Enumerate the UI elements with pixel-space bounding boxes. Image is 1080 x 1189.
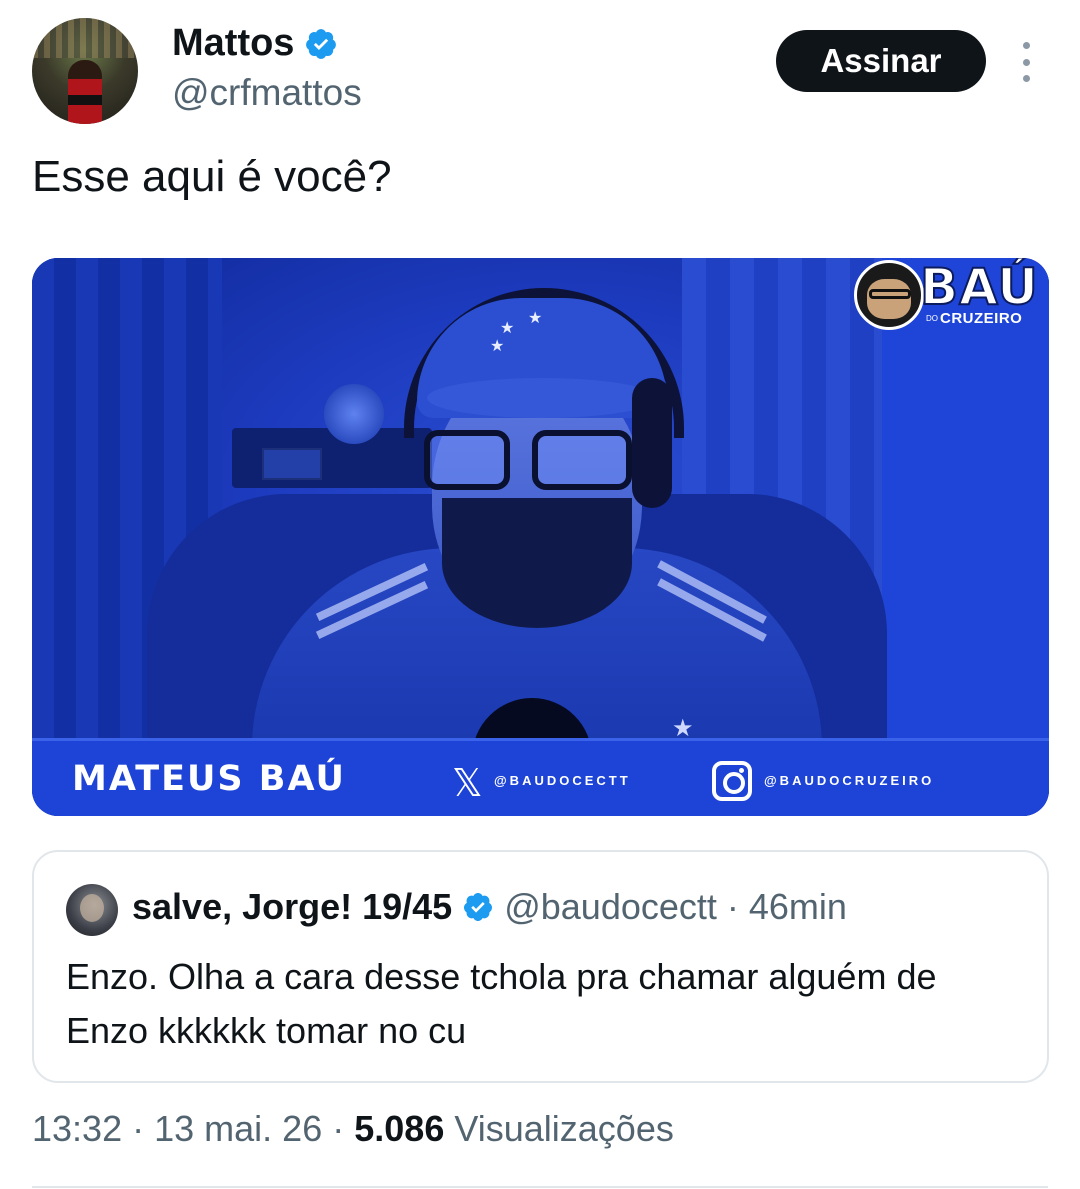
- tweet-metadata: 13:32 · 13 mai. 26 · 5.086 Visualizações: [32, 1108, 674, 1150]
- media-person-beard: [442, 498, 632, 628]
- subscribe-button[interactable]: Assinar: [776, 30, 986, 92]
- avatar-background: [32, 18, 138, 58]
- tweet-time[interactable]: 13:32: [32, 1108, 122, 1149]
- quoted-tweet-header: salve, Jorge! 19/45 @baudocectt · 46min: [132, 886, 847, 928]
- tweet-header: Mattos @crfmattos Assinar: [32, 18, 1052, 128]
- author-handle[interactable]: @crfmattos: [172, 72, 362, 114]
- logo-face: [854, 260, 924, 330]
- x-handle: @BAUDOCECTT: [494, 773, 631, 788]
- tweet-media-image[interactable]: ★ ★ ★ ★ BAÚ DO CRUZEIRO MATEUS BAÚ 𝕏 @BA…: [32, 258, 1049, 816]
- bau-do-cruzeiro-logo: BAÚ DO CRUZEIRO: [854, 258, 1044, 330]
- tweet-text: Esse aqui é você?: [32, 152, 392, 201]
- star-icon: ★: [490, 338, 505, 355]
- media-ball: [324, 384, 384, 444]
- media-glasses-lens: [424, 430, 510, 490]
- meta-separator: ·: [132, 1108, 145, 1149]
- media-glasses-lens: [532, 430, 632, 490]
- more-vertical-icon[interactable]: [1018, 42, 1034, 82]
- quoted-separator: ·: [726, 886, 739, 927]
- quoted-author-avatar: [66, 884, 118, 936]
- logo-face-glasses: [869, 289, 911, 299]
- more-dot: [1022, 58, 1030, 66]
- quoted-tweet[interactable]: salve, Jorge! 19/45 @baudocectt · 46min …: [32, 850, 1049, 1083]
- meta-separator: ·: [332, 1108, 345, 1149]
- author-avatar[interactable]: [32, 18, 138, 124]
- quoted-author-handle: @baudocectt: [504, 886, 717, 927]
- instagram-handle: @BAUDOCRUZEIRO: [764, 773, 935, 788]
- avatar-figure: [68, 60, 102, 124]
- star-icon: ★: [528, 310, 543, 327]
- media-headphone-cup: [632, 378, 672, 508]
- views-count: 5.086: [354, 1108, 445, 1149]
- logo-face-skin: [867, 279, 911, 319]
- author-name-row: Mattos: [172, 22, 338, 65]
- star-icon: ★: [500, 320, 515, 337]
- verified-badge-icon: [464, 893, 493, 921]
- logo-subtext: CRUZEIRO: [940, 310, 1023, 327]
- logo-do: DO: [926, 314, 938, 323]
- logo-text: BAÚ: [919, 258, 1039, 317]
- quoted-author-name: salve, Jorge! 19/45: [132, 886, 453, 927]
- instagram-icon: [712, 761, 752, 801]
- quoted-timestamp: 46min: [748, 886, 847, 927]
- media-plaque: [262, 448, 322, 480]
- media-wall: [882, 258, 1049, 738]
- more-dot: [1022, 42, 1030, 49]
- media-cap-brim: [427, 378, 657, 418]
- quoted-tweet-text: Enzo. Olha a cara desse tchola pra chama…: [66, 956, 937, 1051]
- views-label: Visualizações: [454, 1108, 674, 1149]
- lower-third-bar: MATEUS BAÚ 𝕏 @BAUDOCECTT @BAUDOCRUZEIRO: [32, 738, 1049, 816]
- divider: [32, 1186, 1048, 1188]
- verified-badge-icon: [306, 28, 337, 59]
- x-logo-icon: 𝕏: [452, 761, 483, 805]
- tweet-date[interactable]: 13 mai. 26: [154, 1108, 322, 1149]
- author-name[interactable]: Mattos: [172, 22, 294, 65]
- lower-third-name: MATEUS BAÚ: [72, 759, 346, 799]
- more-dot: [1022, 75, 1030, 82]
